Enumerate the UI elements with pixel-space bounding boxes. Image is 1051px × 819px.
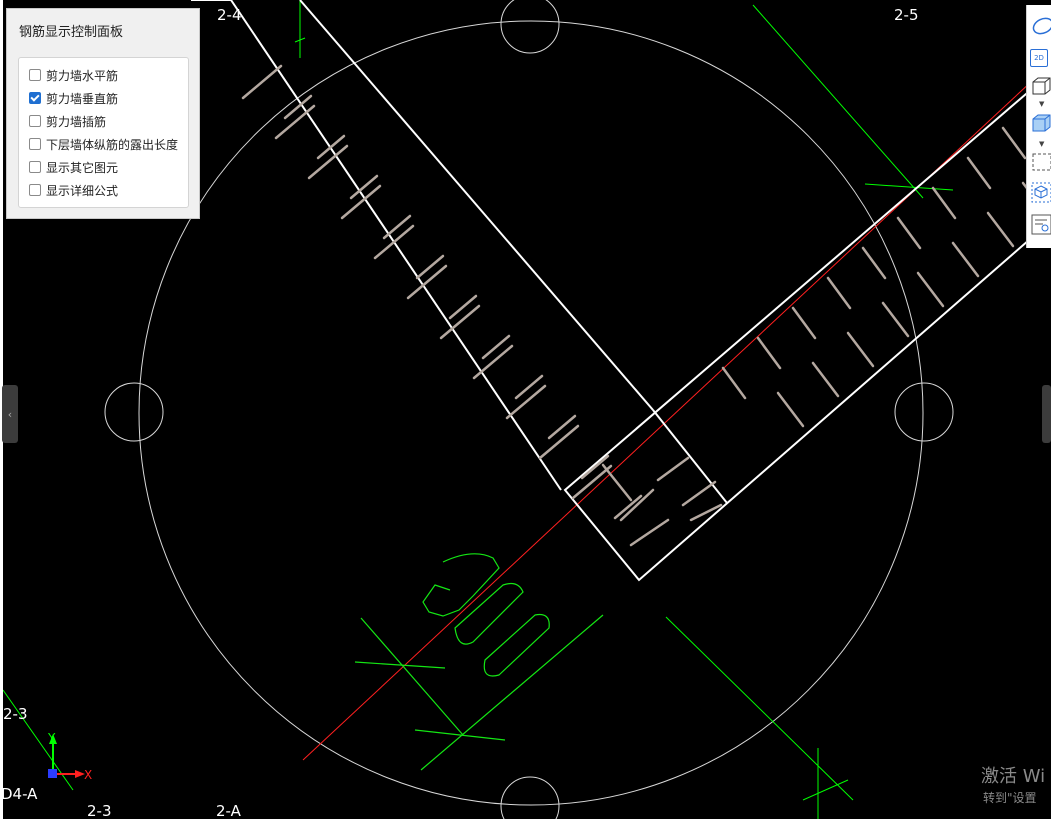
rebar-mark xyxy=(601,463,633,502)
wireframe-box-icon[interactable] xyxy=(1030,75,1051,97)
checkbox[interactable] xyxy=(29,161,41,173)
axis-label-2-5: 2-5 xyxy=(894,6,919,24)
rebar-mark xyxy=(826,276,852,310)
panel-title: 钢筋显示控制面板 xyxy=(19,25,124,40)
dashed-selection-icon[interactable] xyxy=(1030,151,1051,173)
activation-watermark-title: 激活 Wi xyxy=(981,766,1046,787)
rebar-mark xyxy=(241,64,283,100)
rebar-mark xyxy=(415,254,445,280)
rebar-mark xyxy=(791,306,817,340)
rebar-mark xyxy=(986,211,1015,248)
checkbox[interactable] xyxy=(29,115,41,127)
checkbox[interactable] xyxy=(29,138,41,150)
rebar-mark xyxy=(629,518,670,547)
chevron-down-icon[interactable]: ▼ xyxy=(1039,140,1044,148)
axis-label-2-4: 2-4 xyxy=(217,6,242,24)
rebar-display-control-panel: 钢筋显示控制面板 剪力墙水平筋 剪力墙垂直筋 剪力墙插筋 下层墙体纵筋的露出长度… xyxy=(6,8,200,219)
rebar-mark xyxy=(881,301,910,338)
gizmo-x-label: X xyxy=(84,768,93,782)
rebar-mark xyxy=(811,361,840,398)
option-wall-vertical-rebar[interactable]: 剪力墙垂直筋 xyxy=(29,89,118,107)
rebar-mark xyxy=(681,480,717,507)
rebar-mark xyxy=(382,214,412,240)
option-label: 剪力墙垂直筋 xyxy=(46,91,119,106)
rebar-mark xyxy=(1001,126,1027,160)
shear-wall-outlines xyxy=(191,0,1034,582)
rebar-mark xyxy=(931,186,957,220)
bolt-circle-top xyxy=(500,0,560,54)
axis-label-d4-a: D4-A xyxy=(3,785,38,803)
option-label: 剪力墙水平筋 xyxy=(46,68,119,83)
rebar-mark xyxy=(514,374,544,400)
bolt-circle-left xyxy=(104,382,164,442)
rebar-mark xyxy=(448,294,478,320)
rebar-mark xyxy=(756,336,782,370)
2d-view-icon[interactable]: 2D xyxy=(1030,49,1048,67)
option-lower-wall-exposed-length[interactable]: 下层墙体纵筋的露出长度 xyxy=(29,135,178,153)
option-label: 显示其它图元 xyxy=(46,160,119,175)
options-box: 剪力墙水平筋 剪力墙垂直筋 剪力墙插筋 下层墙体纵筋的露出长度 显示其它图元 显… xyxy=(18,57,189,208)
3d-cube-icon[interactable] xyxy=(1030,181,1051,203)
rebar-mark xyxy=(481,334,511,360)
rebar-mark xyxy=(896,216,922,250)
axis-label-2-a: 2-A xyxy=(216,802,241,819)
view-toolbar: 2D ▼ ▼ xyxy=(1026,5,1051,248)
left-collapse-tab[interactable]: ‹ xyxy=(2,385,18,443)
gizmo-y-label: Y xyxy=(48,731,56,745)
rebar-mark xyxy=(846,331,875,368)
bolt-circle-bottom xyxy=(500,776,560,819)
dimension-300 xyxy=(354,553,604,771)
rebar-mark xyxy=(776,391,805,428)
rebar-mark xyxy=(916,271,945,308)
checkbox[interactable] xyxy=(29,184,41,196)
option-wall-dowel-rebar[interactable]: 剪力墙插筋 xyxy=(29,112,106,130)
option-label: 下层墙体纵筋的露出长度 xyxy=(46,137,179,152)
bolt-circle-right xyxy=(894,382,954,442)
rebar-mark xyxy=(951,241,980,278)
rebar-mark xyxy=(547,414,577,440)
solid-box-icon[interactable] xyxy=(1030,112,1051,134)
orbit-icon[interactable] xyxy=(1030,15,1051,37)
option-show-other-elements[interactable]: 显示其它图元 xyxy=(29,158,118,176)
column-circle xyxy=(138,20,924,806)
right-collapse-tab[interactable] xyxy=(1042,385,1051,443)
rebar-mark xyxy=(721,366,747,400)
rebar-mark xyxy=(861,246,887,280)
axis-label-2-3-left: 2-3 xyxy=(3,705,28,723)
rebar-mark xyxy=(966,156,992,190)
option-show-detailed-formula[interactable]: 显示详细公式 xyxy=(29,181,118,199)
chevron-down-icon[interactable]: ▼ xyxy=(1039,100,1044,108)
checkbox-checked[interactable] xyxy=(29,92,41,104)
rebar-mark xyxy=(656,456,690,482)
rebar-mark xyxy=(316,134,346,160)
rebar-mark xyxy=(349,174,379,200)
axis-label-2-3-bottom: 2-3 xyxy=(87,802,112,819)
option-label: 显示详细公式 xyxy=(46,183,119,198)
option-wall-horizontal-rebar[interactable]: 剪力墙水平筋 xyxy=(29,66,118,84)
checkbox[interactable] xyxy=(29,69,41,81)
rebar-marks xyxy=(241,64,1050,547)
property-list-icon[interactable] xyxy=(1030,213,1051,235)
activation-watermark-subtitle: 转到"设置 xyxy=(983,791,1037,805)
option-label: 剪力墙插筋 xyxy=(46,114,107,129)
